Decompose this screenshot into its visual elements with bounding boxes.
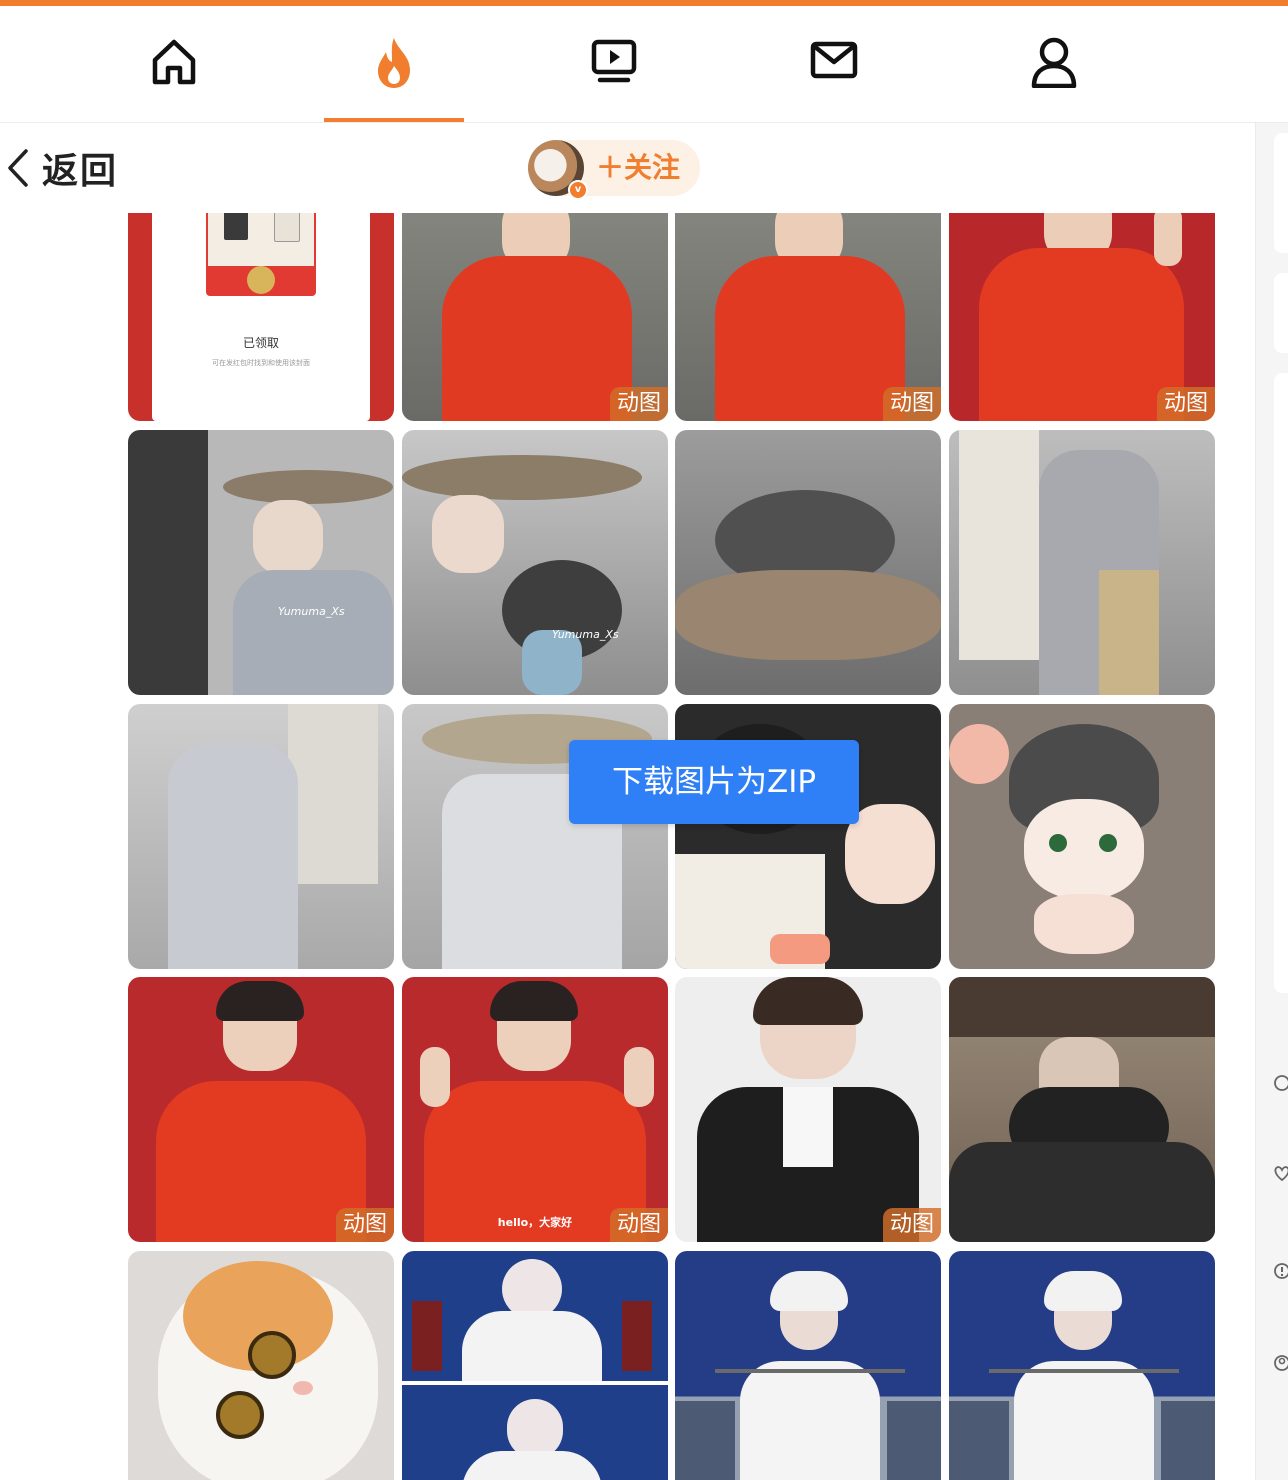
gallery-image[interactable] [128,1251,394,1480]
back-button[interactable]: 返回 [6,145,119,192]
gallery-image[interactable]: 已领取 可在发红包时找到和使用该封面 [128,213,394,421]
image-gallery: 已领取 可在发红包时找到和使用该封面 动图 动图 动图 Yumuma_Xs Yu… [128,213,1218,1480]
chevron-left-icon [8,149,28,187]
gallery-image[interactable]: 动图 [949,213,1215,421]
gif-badge: 动图 [1156,387,1215,421]
mail-icon [810,41,858,79]
gallery-image[interactable] [402,1251,668,1480]
gallery-image[interactable] [949,977,1215,1242]
gallery-image[interactable] [675,430,941,695]
gif-badge: 动图 [609,1208,668,1242]
side-card [1274,133,1288,253]
fire-icon [378,38,410,88]
gif-badge: 动图 [335,1208,394,1242]
report-icon[interactable] [1272,1261,1288,1281]
gallery-image[interactable] [675,1251,941,1480]
side-card [1274,273,1288,353]
home-icon [152,39,196,85]
gallery-image[interactable]: Yumuma_Xs [128,430,394,695]
gallery-image[interactable]: hello，大家好 动图 [402,977,668,1242]
gallery-image[interactable]: 动图 [675,977,941,1242]
gallery-image[interactable]: 动图 [402,213,668,421]
verified-badge: v [568,180,588,200]
back-label: 返回 [42,151,119,192]
gallery-image[interactable] [949,1251,1215,1480]
envelope-status-text: 已领取 [242,336,279,350]
gallery-image[interactable] [949,704,1215,969]
user-icon [1031,37,1077,88]
gif-badge: 动图 [882,387,941,421]
top-navigation [0,6,1288,123]
right-side-panel [1255,123,1288,1480]
share-icon[interactable] [1272,1073,1288,1093]
account-icon[interactable] [1272,1353,1288,1373]
follow-button[interactable]: v ＋关注 [528,140,700,200]
side-card [1274,373,1288,993]
gallery-image[interactable] [128,704,394,969]
sub-header: 返回 v ＋关注 [0,123,1255,213]
like-icon[interactable] [1272,1163,1288,1183]
gif-badge: 动图 [882,1208,941,1242]
follow-label: ＋关注 [596,151,681,184]
nav-profile[interactable] [984,6,1124,122]
nav-video[interactable] [544,6,684,122]
nav-hot[interactable] [324,6,464,122]
download-zip-button[interactable]: 下载图片为ZIP [569,740,859,824]
gallery-image[interactable]: 动图 [675,213,941,421]
gif-badge: 动图 [609,387,668,421]
gallery-image[interactable]: Yumuma_Xs [402,430,668,695]
gallery-image[interactable]: 动图 [128,977,394,1242]
watermark: Yumuma_Xs [552,628,619,641]
video-icon [591,39,637,83]
nav-home[interactable] [104,6,244,122]
gallery-image[interactable] [949,430,1215,695]
nav-messages[interactable] [764,6,904,122]
watermark: Yumuma_Xs [278,605,345,618]
envelope-hint-text: 可在发红包时找到和使用该封面 [212,359,310,367]
